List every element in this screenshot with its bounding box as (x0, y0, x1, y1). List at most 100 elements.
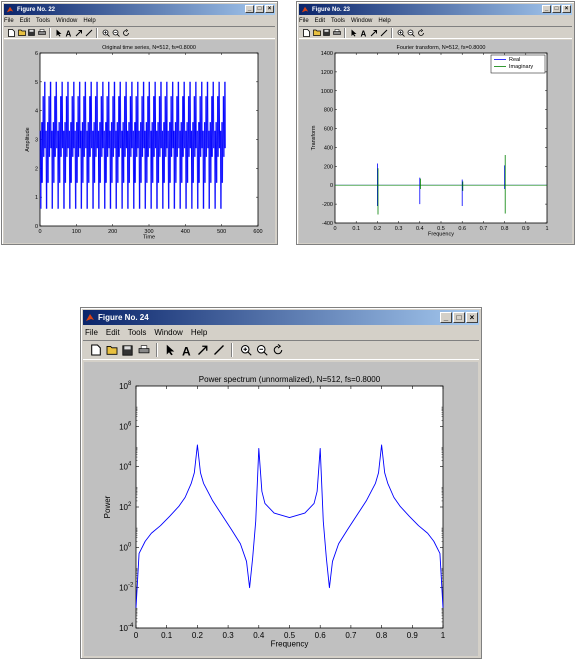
title-bar[interactable]: Figure No. 24 _ □ × (83, 310, 479, 325)
close-button[interactable]: × (562, 5, 571, 13)
arrow-tool-button[interactable] (196, 343, 209, 357)
x-tick-label: 0 (38, 229, 41, 235)
line-tool-button[interactable] (379, 28, 388, 38)
menu-tools[interactable]: Tools (128, 328, 147, 337)
print-icon (332, 29, 341, 35)
y-tick-label: 5 (35, 80, 38, 86)
minimize-button[interactable]: _ (542, 5, 551, 13)
save-button[interactable] (121, 343, 134, 357)
svg-text:A: A (66, 29, 72, 37)
menu-bar: File Edit Tools Window Help (299, 16, 572, 25)
x-tick-label: 0.1 (352, 226, 360, 232)
y-tick-label: 0 (35, 224, 38, 230)
menu-file[interactable]: File (299, 18, 309, 24)
menu-window[interactable]: Window (56, 18, 77, 24)
open-button[interactable] (312, 28, 321, 38)
text-tool-button[interactable]: A (359, 28, 368, 38)
close-button[interactable]: × (466, 312, 478, 323)
toolbar: A (83, 340, 479, 360)
zoom-out-button[interactable] (255, 343, 268, 357)
maximize-button[interactable]: □ (552, 5, 561, 13)
figure-window-22: Figure No. 22 _ □ × File Edit Tools Wind… (1, 1, 278, 245)
rotate-button[interactable] (121, 28, 130, 38)
select-tool-button[interactable] (164, 343, 177, 357)
menu-window[interactable]: Window (351, 18, 372, 24)
menu-edit[interactable]: Edit (106, 328, 120, 337)
close-button[interactable]: × (265, 5, 274, 13)
x-tick-label: 100 (72, 229, 81, 235)
x-tick-label: 0 (333, 226, 336, 232)
line-tool-button[interactable] (212, 343, 225, 357)
menu-file[interactable]: File (85, 328, 98, 337)
zoom-out-button[interactable] (406, 28, 415, 38)
menu-file[interactable]: File (4, 18, 14, 24)
minimize-button[interactable]: _ (245, 5, 254, 13)
zoom-in-button[interactable] (396, 28, 405, 38)
arrow-pointer-icon (351, 29, 356, 36)
plot-area (334, 52, 548, 224)
text-tool-button[interactable]: A (64, 28, 73, 38)
menu-help[interactable]: Help (83, 18, 95, 24)
print-button[interactable] (137, 343, 150, 357)
figure-canvas: Original time series, N=512, fs=0.8000 Ti… (4, 40, 275, 243)
x-tick-label: 300 (144, 229, 153, 235)
new-file-button[interactable] (7, 28, 16, 38)
figure-window-23: Figure No. 23 _ □ × File Edit Tools Wind… (296, 1, 575, 245)
plot-area (39, 52, 259, 227)
menu-tools[interactable]: Tools (36, 18, 50, 24)
zoom-in-button[interactable] (101, 28, 110, 38)
new-file-button[interactable] (302, 28, 311, 38)
print-button[interactable] (332, 28, 341, 38)
open-button[interactable] (105, 343, 118, 357)
minimize-button[interactable]: _ (440, 312, 452, 323)
text-icon: A (66, 29, 72, 37)
title-bar[interactable]: Figure No. 23 _ □ × (299, 4, 572, 15)
y-tick-label: 1 (35, 195, 38, 201)
x-axis-label: Frequency (271, 639, 309, 648)
window-title: Figure No. 24 (98, 313, 149, 322)
zoom-out-button[interactable] (111, 28, 120, 38)
menu-tools[interactable]: Tools (331, 18, 345, 24)
line-icon (85, 29, 92, 36)
new-file-button[interactable] (89, 343, 102, 357)
line-tool-button[interactable] (84, 28, 93, 38)
rotate-icon (417, 28, 424, 36)
menu-edit[interactable]: Edit (315, 18, 325, 24)
rotate-button[interactable] (271, 343, 284, 357)
arrow-tool-button[interactable] (74, 28, 83, 38)
save-button[interactable] (27, 28, 36, 38)
zoom-in-button[interactable] (239, 343, 252, 357)
y-tick-label: 200 (324, 164, 333, 170)
menu-help[interactable]: Help (191, 328, 207, 337)
print-icon (37, 29, 46, 35)
maximize-button[interactable]: □ (255, 5, 264, 13)
select-tool-button[interactable] (349, 28, 358, 38)
x-axis-label: Time (143, 235, 155, 241)
select-tool-button[interactable] (54, 28, 63, 38)
print-button[interactable] (37, 28, 46, 38)
x-tick-label: 1 (545, 226, 548, 232)
arrow-pointer-icon (56, 29, 61, 36)
rotate-button[interactable] (416, 28, 425, 38)
save-button[interactable] (322, 28, 331, 38)
open-button[interactable] (17, 28, 26, 38)
legend-label: Real (509, 57, 520, 63)
x-tick-label: 0.3 (223, 631, 235, 640)
y-axis-label: Power (103, 495, 112, 518)
x-tick-label: 0.3 (395, 226, 403, 232)
save-icon (28, 29, 35, 36)
x-tick-label: 0.8 (501, 226, 509, 232)
figure-canvas: Fourier transform, N=512, fs=0.8000 Frequ… (299, 40, 572, 243)
x-tick-label: 0.2 (192, 631, 204, 640)
x-tick-label: 500 (217, 229, 226, 235)
arrow-tool-button[interactable] (369, 28, 378, 38)
menu-help[interactable]: Help (378, 18, 390, 24)
maximize-button[interactable]: □ (453, 312, 465, 323)
x-tick-label: 0.4 (416, 226, 424, 232)
text-tool-button[interactable]: A (180, 343, 193, 357)
y-axis-label: Transform (311, 125, 317, 150)
menu-edit[interactable]: Edit (20, 18, 30, 24)
title-bar[interactable]: Figure No. 22 _ □ × (4, 4, 275, 15)
menu-window[interactable]: Window (154, 328, 182, 337)
y-tick-label: 4 (35, 109, 38, 115)
